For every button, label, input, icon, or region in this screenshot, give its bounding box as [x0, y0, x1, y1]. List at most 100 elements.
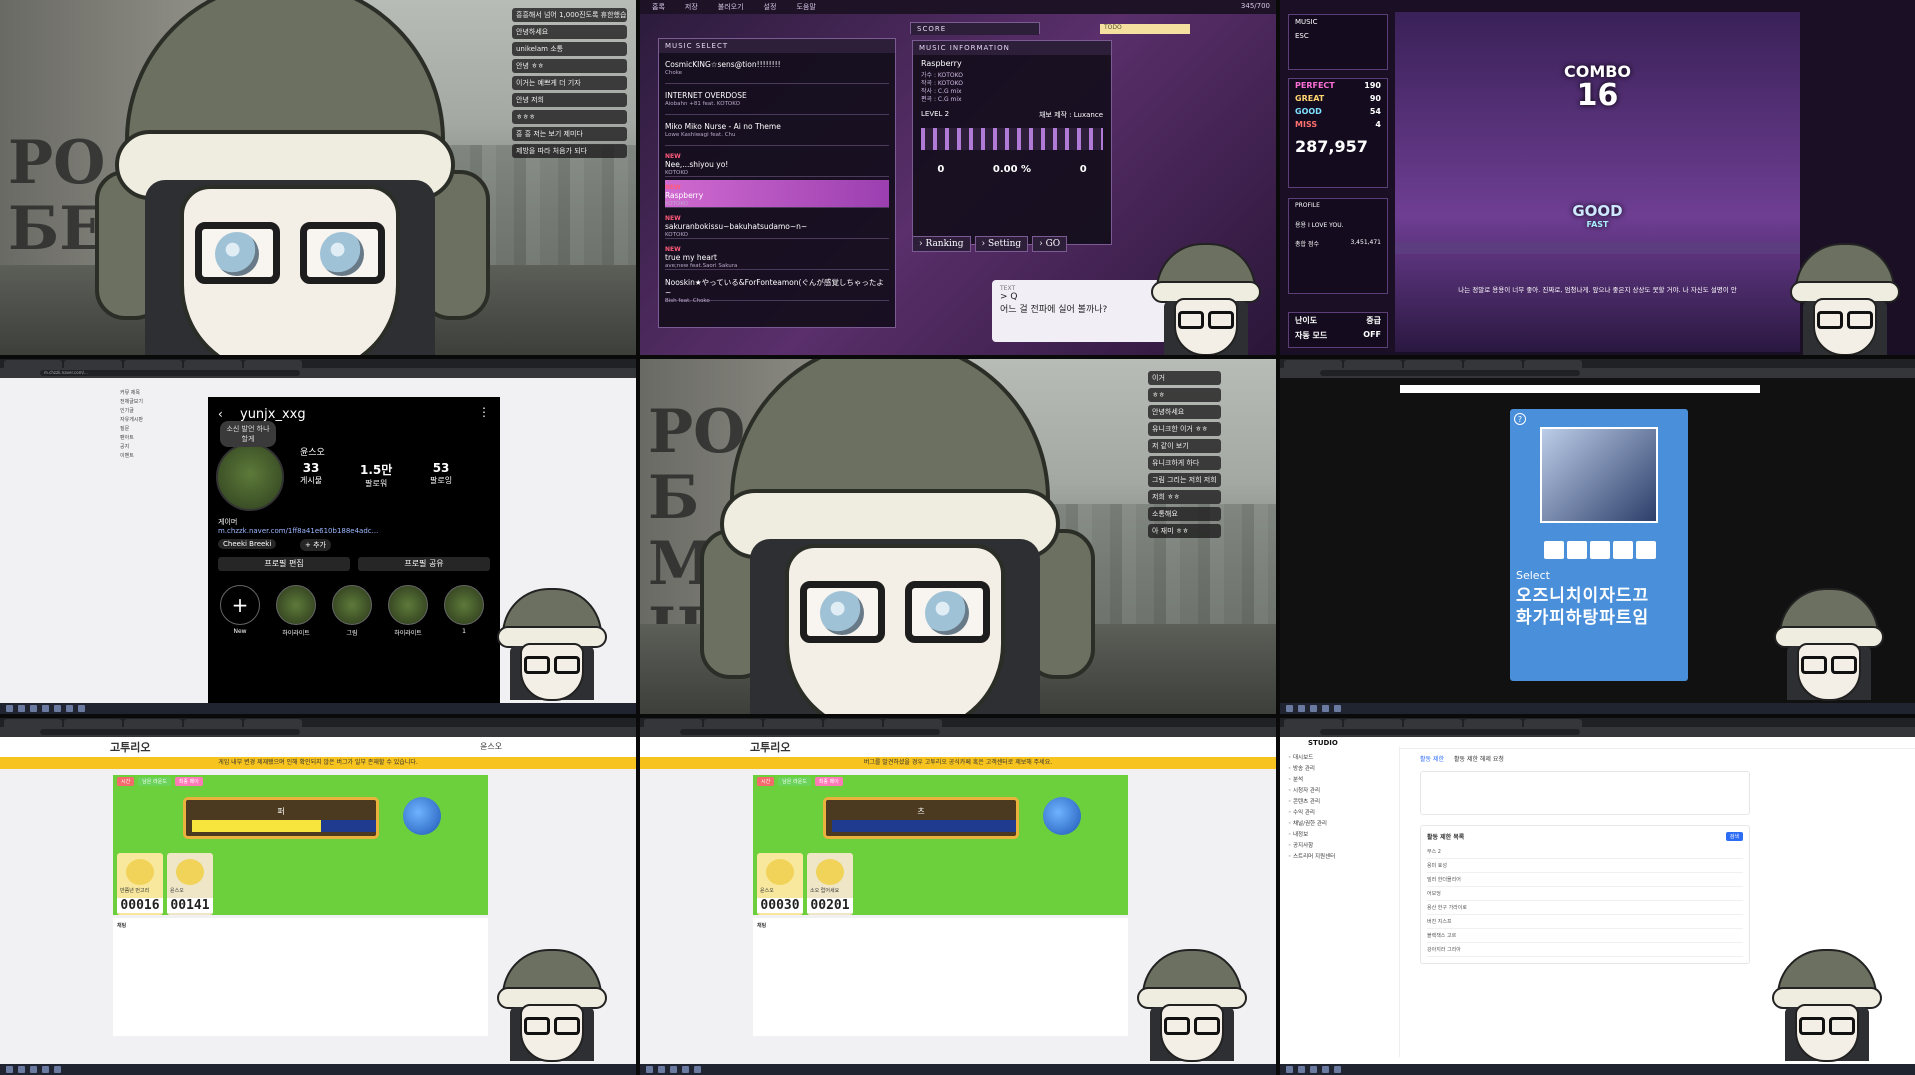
- answer-boxes[interactable]: [1544, 541, 1656, 559]
- menu-item[interactable]: 불러오기: [718, 2, 744, 12]
- menu-item[interactable]: 홈록: [652, 2, 665, 12]
- new-badge: NEW: [665, 215, 681, 222]
- tab-restriction-release[interactable]: 활동 제한 해제 요청: [1454, 754, 1504, 763]
- sidebar-link[interactable]: 인기글: [120, 407, 192, 416]
- sidebar-link[interactable]: 질문: [120, 425, 192, 434]
- song-row[interactable]: NEW Raspberry KOTOKO: [665, 180, 889, 208]
- studio-nav-item[interactable]: ◦ 공지사항: [1288, 841, 1391, 852]
- highlight-item[interactable]: + New: [218, 585, 262, 635]
- search-button[interactable]: 검색: [1725, 832, 1743, 841]
- table-row[interactable]: 용미 효성: [1427, 859, 1743, 873]
- more-icon[interactable]: ⋮: [478, 405, 490, 419]
- table-row[interactable]: 어모엉: [1427, 887, 1743, 901]
- highlight-item[interactable]: 하이라이트: [386, 585, 430, 637]
- game-tab[interactable]: 남은 라운드: [138, 777, 171, 786]
- song-row[interactable]: INTERNET OVERDOSE Aiobahn +81 feat. KOTOK…: [665, 87, 889, 115]
- site-logo[interactable]: 고투리오: [110, 739, 150, 755]
- highlight-label: 하이라이트: [282, 630, 310, 637]
- captcha-image: [1540, 427, 1658, 523]
- menu-item[interactable]: 도움말: [796, 2, 815, 12]
- highlight-item[interactable]: 그림: [330, 585, 374, 637]
- profile-link[interactable]: m.chzzk.naver.com/1ff8a41e610b188e4adc..…: [218, 527, 378, 535]
- syllable-keyboard[interactable]: 오즈니치이자드끄 화가피하탕파트임: [1516, 585, 1682, 629]
- menu-item[interactable]: 저장: [685, 2, 698, 12]
- panel-gartic-1: 고투리오 윤스오 게임 내부 변경 제재됐으며 인해 확인되지 않은 버그가 일…: [0, 718, 636, 1075]
- studio-nav-item[interactable]: ◦ 수익 관리: [1288, 808, 1391, 819]
- game-button[interactable]: › Ranking: [912, 236, 971, 252]
- studio-nav-item[interactable]: ◦ 콘텐츠 관리: [1288, 797, 1391, 808]
- studio-nav-item[interactable]: ◦ 방송 관리: [1288, 764, 1391, 775]
- dialogue-text: 어느 걸 전파에 실어 볼까나?: [1000, 305, 1108, 315]
- profile-picture[interactable]: [216, 443, 284, 511]
- sidebar-link[interactable]: 이벤트: [120, 452, 192, 461]
- game-tab[interactable]: 최종 페이: [814, 777, 843, 786]
- sidebar-link[interactable]: 팬아트: [120, 434, 192, 443]
- help-icon[interactable]: ?: [1514, 413, 1526, 425]
- highlight-item[interactable]: 하이라이트: [274, 585, 318, 637]
- menu-item[interactable]: 설정: [764, 2, 777, 12]
- table-row[interactable]: 버진 지스프: [1427, 915, 1743, 929]
- song-row[interactable]: CosmicKING☆sens@tion!!!!!!!! Choke: [665, 56, 889, 84]
- table-row[interactable]: 부스 2: [1427, 845, 1743, 859]
- table-row[interactable]: 강아지라 그리아: [1427, 943, 1743, 957]
- back-icon[interactable]: ‹: [218, 407, 223, 421]
- highlight-cover: [276, 585, 316, 625]
- highlight-label: 그림: [346, 630, 358, 637]
- song-title: Miko Miko Nurse - Ai no Theme: [665, 122, 781, 131]
- player-card[interactable]: 소오 럽어세요 00201: [807, 853, 853, 915]
- studio-nav-item[interactable]: ◦ 대시보드: [1288, 753, 1391, 764]
- player-card[interactable]: 반쯤년 먼고리 00016: [117, 853, 163, 915]
- accuracy: 0.00 %: [992, 164, 1032, 175]
- sidebar-link[interactable]: 커뮤 제목: [120, 389, 192, 398]
- song-row[interactable]: NEW Nee,...shiyou yo! KOTOKO: [665, 149, 889, 177]
- song-row[interactable]: NEW sakuranbokissu~bakuhatsudamo~n~ KOTOKO: [665, 211, 889, 239]
- song-row[interactable]: Nooskin★やっている&ForFonteamon(ぐんが感覚しちゃったよ~ B…: [665, 273, 889, 304]
- share-profile-button[interactable]: 프로필 공유: [358, 557, 490, 571]
- esc-button[interactable]: ESC: [1289, 29, 1387, 43]
- player-avatar-icon: [176, 859, 204, 885]
- edit-profile-button[interactable]: 프로필 편집: [218, 557, 350, 571]
- game-tab[interactable]: 시간: [757, 777, 775, 786]
- cafe-sidebar: 커뮤 제목 전체글보기 인기글 자유게시판 질문 팬아트 공지 이벤트: [120, 389, 192, 689]
- restriction-table: 부스 2 용미 효성 빌러 한더몰리어어모엉용산 한구 가라이로 버진 지스프 블랙잭스…: [1427, 845, 1743, 957]
- player-list: 반쯤년 먼고리 00016 윤스오 00141: [117, 853, 213, 915]
- site-logo[interactable]: 고투리오: [750, 739, 790, 755]
- table-row[interactable]: 용산 한구 가라이로: [1427, 901, 1743, 915]
- studio-nav-item[interactable]: ◦ 채널/권한 관리: [1288, 819, 1391, 830]
- chat-message: 제방을 따라 처음가 되다: [512, 144, 627, 158]
- table-row[interactable]: 빌러 한더몰리어: [1427, 873, 1743, 887]
- chat-message: 저희 ㅎㅎ: [1148, 490, 1221, 504]
- song-row[interactable]: Miko Miko Nurse - Ai no Theme Lowe Kashiw…: [665, 118, 889, 146]
- studio-nav-item[interactable]: ◦ 스트리머 지원센터: [1288, 852, 1391, 863]
- table-row[interactable]: 블랙잭스 고르: [1427, 929, 1743, 943]
- judge-label: GREAT: [1295, 94, 1325, 103]
- tab-restriction[interactable]: 활동 제한: [1420, 754, 1444, 763]
- highlight-item[interactable]: 1: [442, 585, 486, 635]
- song-row[interactable]: NEW true my heart ave;new feat.Saori Sakur…: [665, 242, 889, 270]
- music-header: MUSIC ESC: [1288, 14, 1388, 70]
- studio-nav-item[interactable]: ◦ 분석: [1288, 775, 1391, 786]
- panel-rhythm-game: MUSIC ESC PERFECT 190 GREAT 90 GOOD 54 MISS 4 28…: [1280, 0, 1915, 355]
- game-tab[interactable]: 시간: [117, 777, 135, 786]
- row-name: 어모엉: [1427, 891, 1441, 897]
- player-card[interactable]: 윤스오 00030: [757, 853, 803, 915]
- chat-message: 유니크한 이거 ㅎㅎ: [1148, 422, 1221, 436]
- chat-overlay: 흥흥해서 넘어 1,000진도록 휴한했습니다. 안녕하세요 unikelam 소통…: [512, 8, 627, 158]
- avatar-mini: [1767, 949, 1887, 1062]
- studio-nav-item[interactable]: ◦ 내정보: [1288, 830, 1391, 841]
- studio-nav-item[interactable]: ◦ 시청자 관리: [1288, 786, 1391, 797]
- avatar-mini: [492, 949, 612, 1062]
- game-button[interactable]: › GO: [1032, 236, 1068, 252]
- address-bar[interactable]: m.chzzk.naver.com/...: [40, 370, 300, 376]
- sidebar-link[interactable]: 공지: [120, 443, 192, 452]
- sidebar-link[interactable]: 자유게시판: [120, 416, 192, 425]
- sidebar-link[interactable]: 전체글보기: [120, 398, 192, 407]
- chat-message: 안녕하세요: [512, 25, 627, 39]
- game-tab[interactable]: 남은 라운드: [778, 777, 811, 786]
- game-button[interactable]: › Setting: [974, 236, 1029, 252]
- game-tab[interactable]: 최종 페이: [174, 777, 203, 786]
- chat-overlay: 이거 ㅎㅎ 안녕하세요 유니크한 이거 ㅎㅎ 저 같이 보기 유니크하게 하다 그림 그리는…: [1148, 371, 1221, 538]
- chat-message: ㅎㅎㅎ: [512, 110, 627, 124]
- player-card[interactable]: 윤스오 00141: [167, 853, 213, 915]
- stream-mosaic: POБЕМЕНЕ 흥흥해서 넘어 1,000진도록 휴한했습니다.안녕하세요un…: [0, 0, 1915, 1075]
